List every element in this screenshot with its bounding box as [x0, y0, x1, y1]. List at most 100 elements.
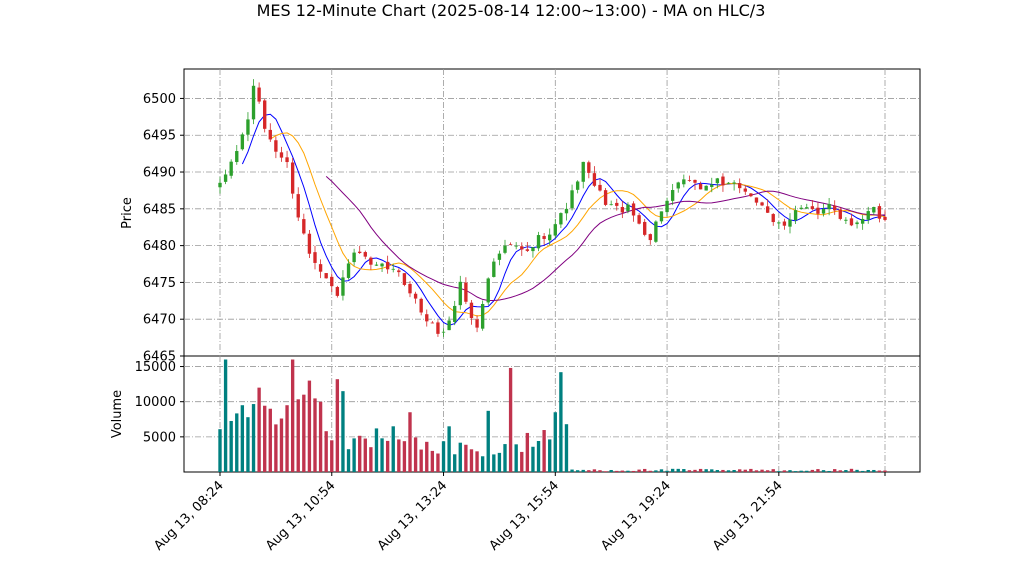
chart-figure: MES 12-Minute Chart (2025-08-14 12:00~13… [0, 0, 1022, 575]
candle-body [788, 219, 792, 227]
candle-body [240, 134, 245, 150]
volume-bar [307, 380, 312, 472]
candle-body [385, 261, 390, 270]
candle-body [749, 193, 753, 197]
volume-bar [508, 367, 513, 472]
candle-body [458, 281, 462, 306]
candle-body [559, 213, 563, 225]
volume-bar [631, 470, 636, 472]
candle-body [313, 252, 317, 263]
candle-body [715, 178, 720, 184]
volume-bar [235, 413, 239, 472]
x-tick-label: Aug 13, 15:54 [487, 478, 563, 554]
volume-bar [430, 450, 435, 472]
candle-body [581, 161, 585, 182]
volume-bar [453, 454, 457, 472]
candle-body [687, 180, 692, 181]
candle-body [251, 85, 256, 120]
volume-bar [218, 429, 222, 472]
volume-bar [615, 470, 619, 472]
candle-body [542, 236, 546, 239]
volume-bar [475, 451, 479, 472]
candle-body [223, 174, 228, 182]
x-tick-label: Aug 13, 10:54 [263, 478, 339, 554]
candle-body [743, 188, 747, 192]
candle-body [821, 208, 826, 214]
volume-bar [648, 470, 652, 472]
volume-bar [553, 412, 557, 472]
price-tick-label: 6480 [143, 239, 176, 254]
candle-body [514, 245, 518, 247]
candle-body [318, 264, 323, 272]
volume-bar [346, 449, 351, 472]
candle-body [564, 208, 569, 214]
volume-bar [704, 469, 708, 472]
candle-body [268, 129, 272, 140]
candle-body [877, 206, 882, 219]
volume-bar [670, 468, 675, 472]
x-tick-label: Aug 13, 21:54 [710, 478, 786, 554]
candle-body [738, 183, 742, 189]
candle-body [486, 278, 490, 303]
volume-bar [883, 470, 887, 472]
candle-body [603, 190, 608, 205]
volume-bar [710, 469, 714, 472]
volume-bar [486, 410, 490, 472]
x-tick-label: Aug 13, 08:24 [151, 478, 227, 554]
volume-bar [531, 446, 535, 472]
volume-bar [643, 468, 647, 472]
candle-body [425, 314, 429, 322]
grid-lines [184, 69, 920, 472]
candle-body [659, 211, 664, 222]
candle-body [827, 203, 831, 210]
candle-body [693, 179, 697, 183]
volume-bar [397, 439, 401, 472]
volume-bar [721, 469, 725, 472]
volume-bar [436, 453, 440, 472]
chart-svg: MES 12-Minute Chart (2025-08-14 12:00~13… [110, 1, 921, 554]
candle-body [475, 319, 479, 328]
candle-body [441, 331, 446, 333]
candle-body [380, 263, 384, 267]
volume-bar [844, 470, 848, 472]
volume-bar [223, 359, 228, 472]
volume-bar [771, 469, 775, 472]
volume-bar [816, 469, 820, 472]
candle-body [726, 182, 731, 184]
candle-body [235, 151, 239, 163]
volume-bar [413, 437, 418, 472]
volume-bar [788, 470, 792, 472]
candle-body [810, 206, 815, 210]
volume-bar [374, 428, 379, 472]
volume-bar [240, 405, 245, 472]
price-tick-label: 6475 [143, 276, 176, 291]
volume-bar [665, 470, 669, 472]
volume-bar [464, 444, 468, 472]
candle-body [279, 152, 284, 158]
volume-bar [503, 444, 507, 472]
candle-body [872, 207, 876, 213]
volume-bar [492, 454, 496, 472]
candle-body [397, 270, 401, 273]
volume-bar [296, 399, 300, 472]
volume-bar [777, 471, 781, 472]
volume-bar [603, 471, 608, 472]
volume-bar [285, 405, 289, 472]
candle-body [536, 235, 541, 249]
candle-body [665, 200, 669, 213]
candle-body [648, 234, 652, 241]
volume-bar [536, 441, 541, 472]
volume-bar [687, 470, 692, 472]
volume-bar [525, 432, 530, 472]
volume-bar [341, 391, 345, 472]
candle-body [229, 161, 233, 176]
candle-body [620, 207, 625, 213]
candle-body [492, 261, 496, 277]
candle-body [682, 179, 686, 185]
volume-bar [592, 469, 597, 472]
candle-body [592, 173, 597, 186]
volume-bar [514, 444, 518, 472]
volume-bar [257, 387, 261, 472]
candle-body [453, 305, 457, 322]
volume-bar [570, 469, 574, 472]
